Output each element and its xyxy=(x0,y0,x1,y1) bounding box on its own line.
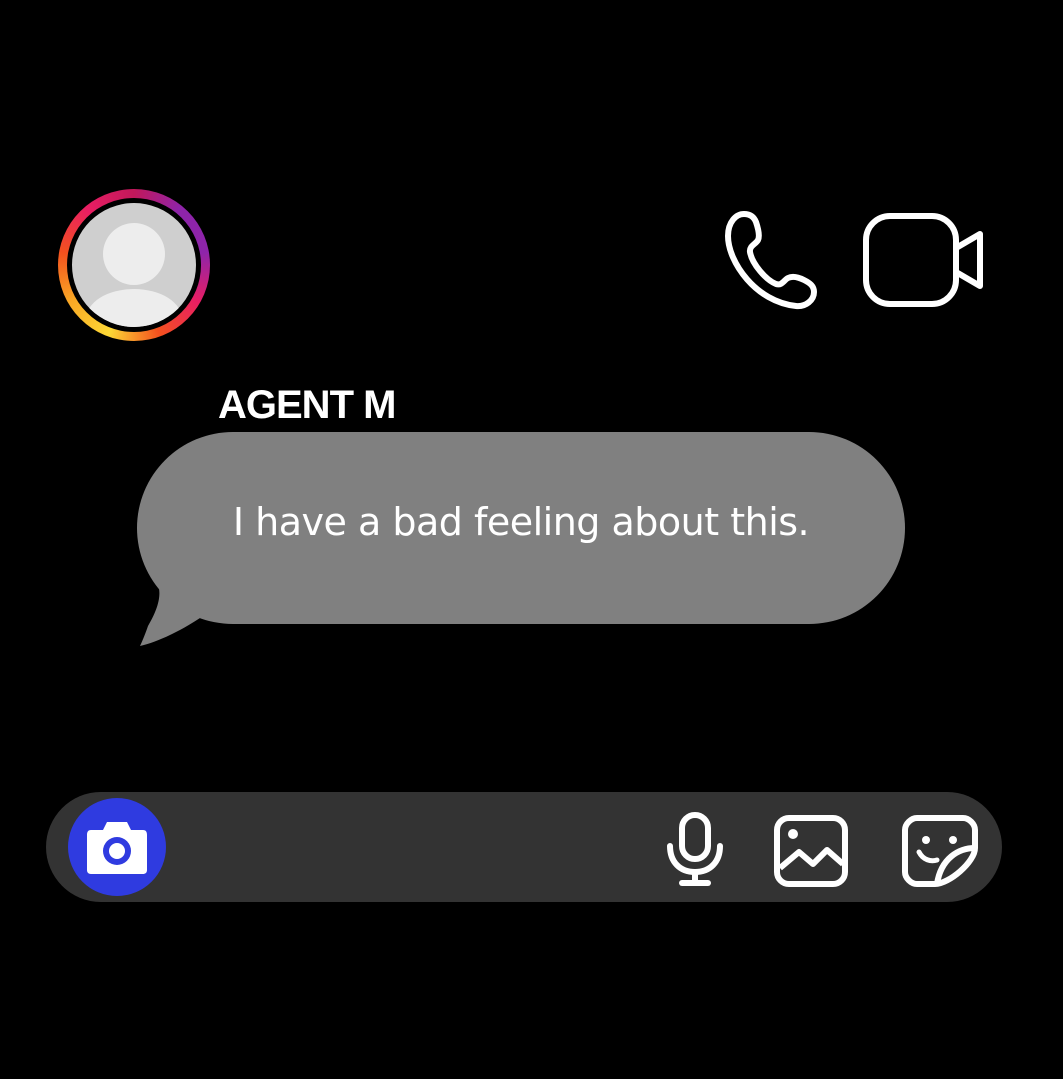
phone-icon xyxy=(725,211,817,310)
microphone-icon xyxy=(667,812,723,886)
avatar-body xyxy=(86,289,182,327)
sender-name: AGENT M xyxy=(218,383,396,427)
avatar-head xyxy=(103,223,165,285)
camera-icon xyxy=(87,822,147,874)
message-bubble[interactable] xyxy=(137,432,905,624)
message-composer[interactable] xyxy=(46,792,1002,902)
sticker-icon xyxy=(902,815,978,887)
call-button[interactable] xyxy=(722,206,818,312)
sticker-button[interactable] xyxy=(901,814,979,888)
avatar[interactable] xyxy=(58,189,210,341)
bubble-tail xyxy=(140,560,200,646)
gallery-button[interactable] xyxy=(773,814,849,888)
image-gallery-icon xyxy=(774,815,848,887)
camera-button[interactable] xyxy=(68,798,166,896)
message-bubble-group: I have a bad feeling about this. xyxy=(0,0,1063,1079)
video-camera-icon xyxy=(863,213,983,307)
voice-message-button[interactable] xyxy=(664,812,726,888)
default-user-avatar-icon xyxy=(72,203,196,327)
avatar-ring-gap xyxy=(67,198,201,332)
message-text: I have a bad feeling about this. xyxy=(232,500,810,544)
video-call-button[interactable] xyxy=(860,208,986,312)
